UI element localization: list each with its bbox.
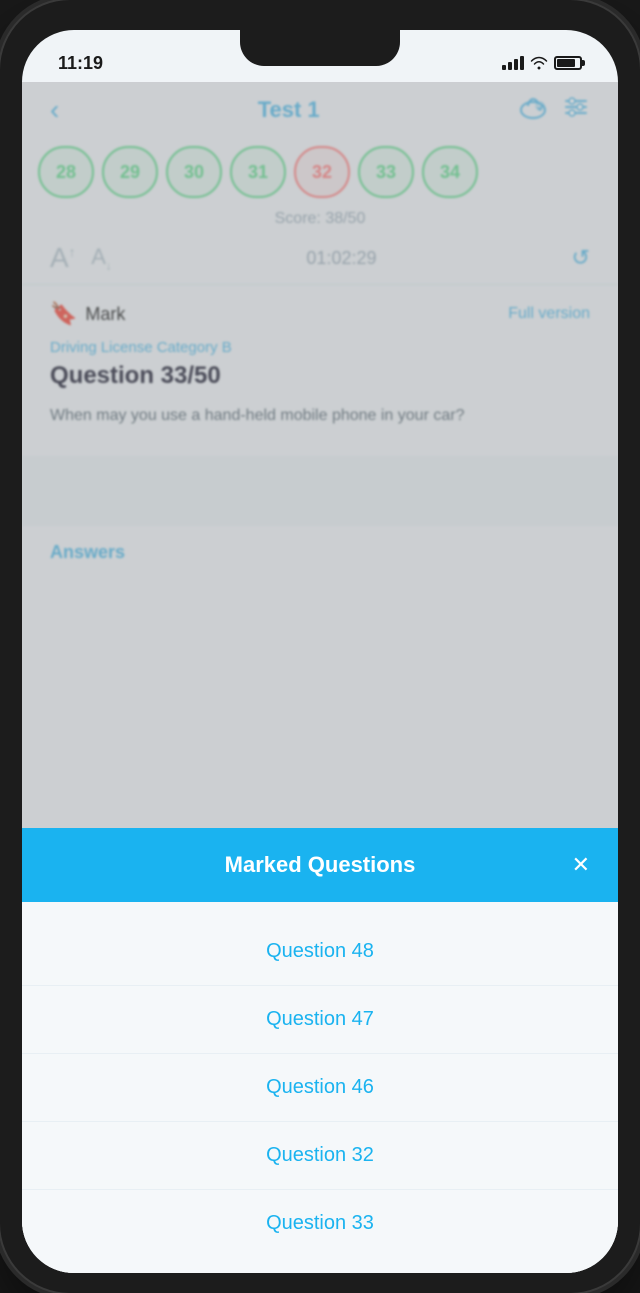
marked-question-item-2[interactable]: Question 46 <box>22 1054 618 1122</box>
notch <box>240 30 400 66</box>
battery-icon <box>554 56 582 70</box>
marked-questions-modal: Marked Questions ✕ Question 48 Question … <box>22 828 618 1273</box>
status-icons <box>502 56 582 70</box>
marked-question-item-1[interactable]: Question 47 <box>22 986 618 1054</box>
status-time: 11:19 <box>58 53 103 74</box>
modal-close-button[interactable]: ✕ <box>572 854 590 876</box>
phone-screen: 11:19 <box>22 30 618 1273</box>
marked-question-item-4[interactable]: Question 33 <box>22 1190 618 1257</box>
modal-title: Marked Questions <box>225 852 416 878</box>
modal-header: Marked Questions ✕ <box>22 828 618 902</box>
modal-body: Question 48 Question 47 Question 46 Ques… <box>22 902 618 1273</box>
marked-question-item-3[interactable]: Question 32 <box>22 1122 618 1190</box>
wifi-icon <box>530 56 548 70</box>
screen-content: ‹ Test 1 <box>22 82 618 1273</box>
phone-shell: 11:19 <box>0 0 640 1293</box>
marked-question-item-0[interactable]: Question 48 <box>22 918 618 986</box>
signal-icon <box>502 56 524 70</box>
